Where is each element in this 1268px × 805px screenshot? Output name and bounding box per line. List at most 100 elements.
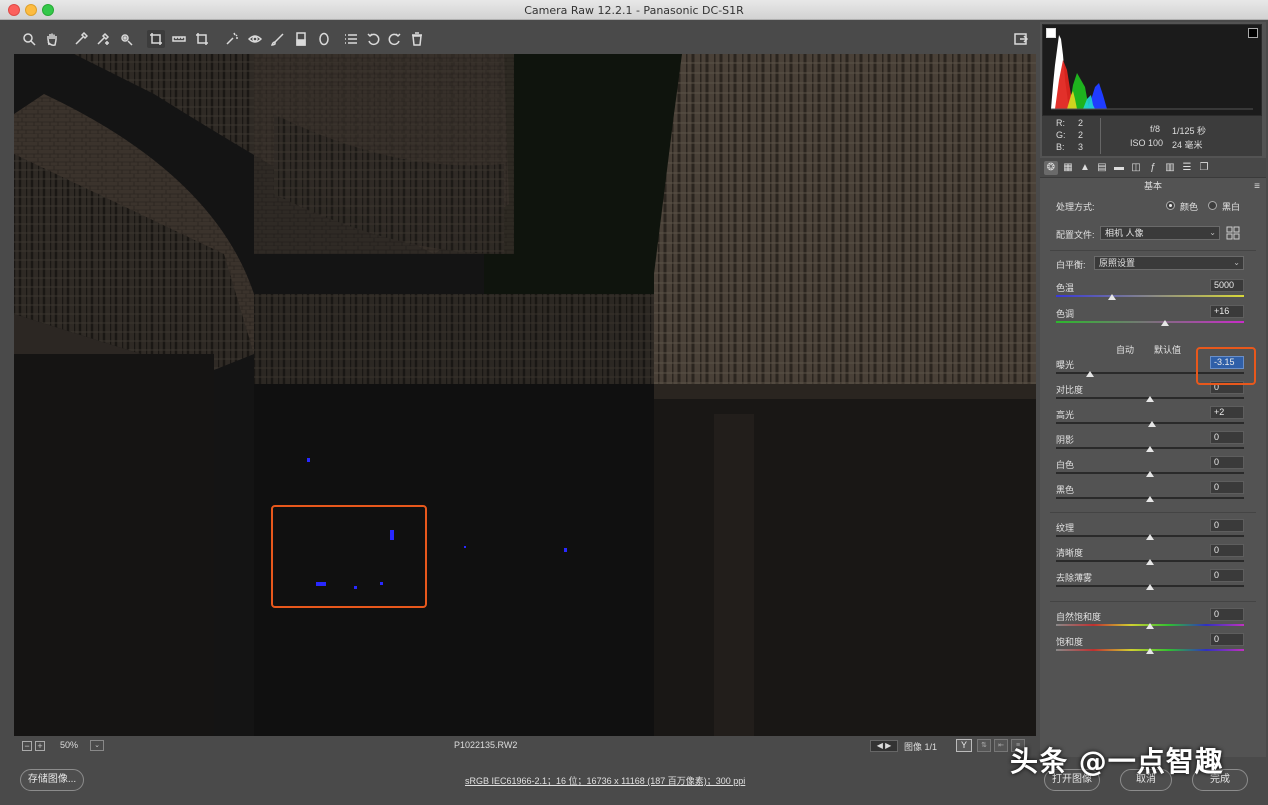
camera-raw-window: Camera Raw 12.2.1 - Panasonic DC-S1R − +… xyxy=(0,0,1268,805)
transform-icon[interactable] xyxy=(193,30,211,48)
panel-menu-icon[interactable]: ≡ xyxy=(1254,181,1260,192)
target-adjust-icon[interactable] xyxy=(117,30,135,48)
fullscreen-toggle-icon[interactable] xyxy=(1012,30,1030,48)
calibration-tab-icon[interactable]: ▥ xyxy=(1163,161,1177,175)
swap-before-after-button[interactable]: ⇅ xyxy=(977,739,991,752)
slider-value-field[interactable]: 5000 xyxy=(1210,279,1244,292)
slider-value-field[interactable]: +2 xyxy=(1210,406,1244,419)
divider xyxy=(1050,250,1256,251)
readout-divider xyxy=(1100,118,1101,154)
preview-status-bar: − + 50% ⌄ P1022135.RW2 ◀ ▶ 图像 1/1 Y ⇅ ⇤ … xyxy=(14,738,1036,754)
slider-value-field[interactable]: 0 xyxy=(1210,569,1244,582)
panel-tab-bar: ❂ ▦ ▲ ▤ ▬ ◫ ƒ ▥ ☰ ❐ xyxy=(1040,158,1266,178)
slider-label: 自然饱和度 xyxy=(1056,612,1102,622)
graduated-filter-icon[interactable] xyxy=(292,30,310,48)
slider-label: 曝光 xyxy=(1056,360,1075,370)
shutter-speed: 1/125 秒 xyxy=(1172,126,1207,136)
slider-label: 清晰度 xyxy=(1056,548,1084,558)
file-name: P1022135.RW2 xyxy=(454,740,518,750)
slider-track[interactable] xyxy=(1056,295,1244,297)
slider-label: 阴影 xyxy=(1056,435,1075,445)
tone-curve-tab-icon[interactable]: ▦ xyxy=(1061,161,1075,175)
r-label: R: xyxy=(1056,118,1065,128)
g-label: G: xyxy=(1056,130,1066,140)
basic-tab-icon[interactable]: ❂ xyxy=(1044,161,1058,175)
title-bar: Camera Raw 12.2.1 - Panasonic DC-S1R xyxy=(0,0,1268,20)
shadow-clipping-indicator[interactable] xyxy=(1046,28,1056,38)
zoom-icon[interactable] xyxy=(20,30,38,48)
adjustments-panel: R: 2 G: 2 B: 3 f/8 1/125 秒 ISO 100 24 毫米 ❂ … xyxy=(1040,22,1266,757)
snapshots-tab-icon[interactable]: ❐ xyxy=(1197,161,1211,175)
slider-thumb[interactable] xyxy=(1146,623,1154,629)
zoom-out-button[interactable]: − xyxy=(22,741,32,751)
slider-label: 去除薄雾 xyxy=(1056,573,1093,583)
before-after-toggle-button[interactable]: Y xyxy=(956,739,972,752)
highlight-annotation-clipping xyxy=(271,505,427,608)
rotate-cw-icon[interactable] xyxy=(385,30,403,48)
slider-value-field[interactable]: 0 xyxy=(1210,481,1244,494)
white-balance-value: 原照设置 xyxy=(1099,258,1136,268)
brush-icon[interactable] xyxy=(269,30,287,48)
highlight-clipping-indicator[interactable] xyxy=(1248,28,1258,38)
slider-thumb[interactable] xyxy=(1085,371,1094,377)
presets-tab-icon[interactable]: ☰ xyxy=(1180,161,1194,175)
default-link[interactable]: 默认值 xyxy=(1154,343,1181,356)
slider-value-field[interactable]: 0 xyxy=(1210,431,1244,444)
slider-value-field[interactable]: 0 xyxy=(1210,544,1244,557)
red-eye-icon[interactable] xyxy=(246,30,264,48)
split-toning-tab-icon[interactable]: ▬ xyxy=(1112,161,1126,175)
treatment-color-radio[interactable] xyxy=(1166,201,1175,210)
hsl-tab-icon[interactable]: ▤ xyxy=(1095,161,1109,175)
slider-thumb[interactable] xyxy=(1146,584,1154,590)
detail-tab-icon[interactable]: ▲ xyxy=(1078,161,1092,175)
slider-thumb[interactable] xyxy=(1146,534,1154,540)
slider-thumb[interactable] xyxy=(1146,559,1154,565)
slider-value-field[interactable]: 0 xyxy=(1210,633,1244,646)
image-nav-arrows[interactable]: ◀ ▶ xyxy=(870,740,898,752)
slider-thumb[interactable] xyxy=(1146,496,1154,502)
slider-thumb[interactable] xyxy=(1146,648,1154,654)
lens-tab-icon[interactable]: ◫ xyxy=(1129,161,1143,175)
slider-thumb[interactable] xyxy=(1146,446,1154,452)
profile-select[interactable]: 相机 人像 ⌄ xyxy=(1100,226,1220,240)
zoom-level: 50% xyxy=(60,740,79,750)
rotate-ccw-icon[interactable] xyxy=(365,30,383,48)
auto-link[interactable]: 自动 xyxy=(1116,343,1134,356)
slider-thumb[interactable] xyxy=(1108,294,1117,300)
slider-thumb[interactable] xyxy=(1146,471,1154,477)
slider-value-field[interactable]: 0 xyxy=(1210,456,1244,469)
hand-icon[interactable] xyxy=(43,30,61,48)
save-image-button[interactable]: 存储图像... xyxy=(20,769,84,791)
slider-thumb[interactable] xyxy=(1161,320,1170,326)
trash-icon[interactable] xyxy=(408,30,426,48)
slider-label: 对比度 xyxy=(1056,385,1084,395)
spot-removal-icon[interactable] xyxy=(223,30,241,48)
effects-tab-icon[interactable]: ƒ xyxy=(1146,161,1160,175)
slider-value-field[interactable]: 0 xyxy=(1210,519,1244,532)
slider-thumb[interactable] xyxy=(1146,396,1154,402)
radial-filter-icon[interactable] xyxy=(315,30,333,48)
slider-value-field[interactable]: 0 xyxy=(1210,608,1244,621)
color-sampler-icon[interactable] xyxy=(94,30,112,48)
slider-thumb[interactable] xyxy=(1147,421,1156,427)
preferences-icon[interactable] xyxy=(342,30,360,48)
zoom-dropdown[interactable]: ⌄ xyxy=(90,740,104,751)
crop-icon[interactable] xyxy=(147,30,165,48)
profile-browser-icon[interactable] xyxy=(1226,226,1240,240)
treatment-color-label: 颜色 xyxy=(1180,202,1199,212)
slider-label: 黑色 xyxy=(1056,485,1075,495)
straighten-icon[interactable] xyxy=(170,30,188,48)
profile-value: 相机 人像 xyxy=(1105,228,1144,238)
workflow-options-link[interactable]: sRGB IEC61966-2.1；16 位；16736 x 11168 (18… xyxy=(465,774,745,787)
white-balance-select[interactable]: 原照设置 ⌄ xyxy=(1094,256,1244,270)
slider-value-field[interactable]: +16 xyxy=(1210,305,1244,318)
r-value: 2 xyxy=(1078,118,1084,128)
focal-length: 24 毫米 xyxy=(1172,140,1203,150)
copy-settings-button[interactable]: ⇤ xyxy=(994,739,1008,752)
zoom-in-button[interactable]: + xyxy=(35,741,45,751)
iso: ISO 100 xyxy=(1130,138,1164,148)
slider-track[interactable] xyxy=(1056,321,1244,323)
image-preview[interactable] xyxy=(14,54,1036,736)
eyedropper-icon[interactable] xyxy=(72,30,90,48)
treatment-bw-radio[interactable] xyxy=(1208,201,1217,210)
